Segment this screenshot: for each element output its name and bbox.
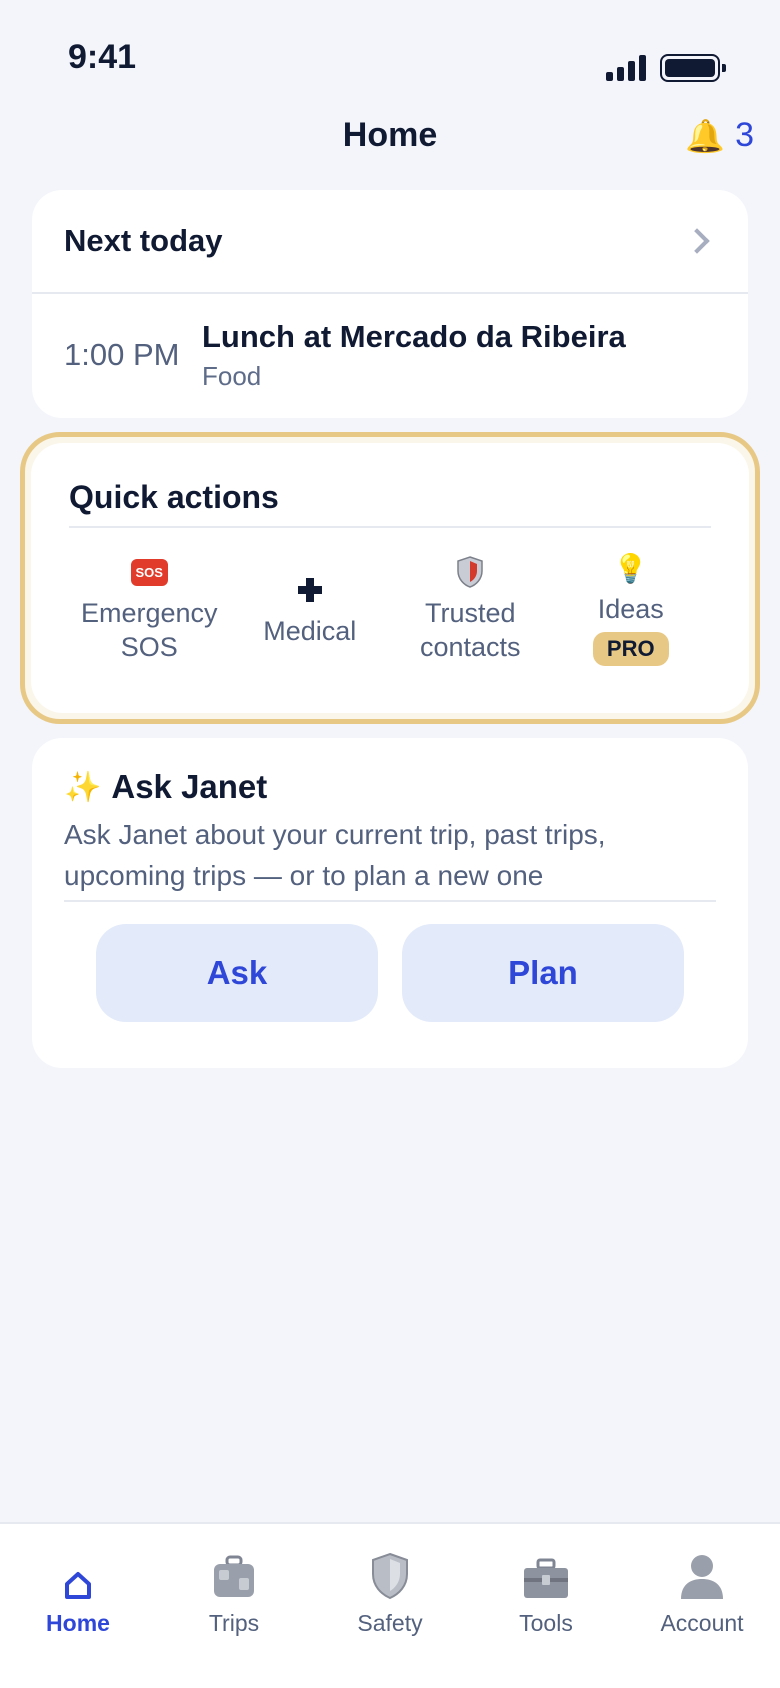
home-icon [63, 1550, 93, 1600]
action-label: Medical [263, 616, 357, 646]
action-label: Trusted contacts [420, 596, 521, 664]
tab-label: Safety [357, 1610, 423, 1636]
notification-count: 3 [735, 116, 754, 154]
ask-janet-title: Ask Janet [111, 768, 268, 805]
tab-label: Home [46, 1610, 110, 1636]
next-today-header[interactable]: Next today [32, 190, 748, 294]
sos-badge: SOS [130, 558, 168, 586]
quick-actions-highlight: Quick actions SOS Emergency SOS Medical [20, 432, 760, 724]
event-category: Food [202, 360, 262, 391]
home-screen: 9:41 Home 🔔 3 Next today 1:00 PM Lunch a… [0, 0, 780, 1688]
medical-action[interactable]: Medical [235, 554, 385, 666]
event-name: Lunch at Mercado da Ribeira [202, 318, 626, 354]
battery-icon [660, 54, 726, 82]
sos-icon: SOS [130, 554, 168, 590]
pro-badge: PRO [592, 632, 669, 666]
shield-icon [457, 554, 483, 590]
next-today-title: Next today [64, 223, 223, 258]
ask-button[interactable]: Ask [96, 924, 378, 1022]
tab-account[interactable]: Account [624, 1524, 780, 1688]
tab-label: Tools [519, 1610, 573, 1636]
event-time: 1:00 PM [64, 337, 180, 372]
quick-actions-row: SOS Emergency SOS Medical Trusted contac… [69, 528, 711, 666]
chevron-right-icon [684, 228, 710, 254]
page-title: Home [342, 116, 438, 154]
ideas-action[interactable]: 💡 Ideas PRO [556, 550, 706, 666]
trusted-contacts-action[interactable]: Trusted contacts [395, 554, 545, 666]
tab-bar: Home Trips Safety Tools Account [0, 1522, 780, 1688]
person-icon [679, 1550, 725, 1600]
tab-tools[interactable]: Tools [468, 1524, 624, 1688]
ask-janet-description: Ask Janet about your current trip, past … [64, 814, 716, 902]
medical-cross-icon [297, 572, 323, 608]
toolbox-icon [522, 1550, 570, 1600]
ask-janet-card: ✨ Ask Janet Ask Janet about your current… [32, 738, 748, 1068]
status-icons [606, 54, 726, 82]
ask-janet-buttons: Ask Plan [64, 902, 716, 1022]
shield-icon [371, 1550, 409, 1600]
signal-icon [606, 55, 646, 81]
action-label-line: contacts [419, 632, 521, 662]
luggage-icon [211, 1550, 257, 1600]
action-label: Emergency SOS [81, 596, 218, 664]
action-label-line: SOS [120, 632, 178, 662]
tab-label: Account [660, 1610, 744, 1636]
sparkles-icon: ✨ [64, 770, 102, 804]
action-label: Ideas [597, 594, 664, 624]
ask-janet-heading: ✨ Ask Janet [64, 768, 716, 806]
quick-actions-card: Quick actions SOS Emergency SOS Medical [31, 443, 749, 713]
action-label-line: Trusted [424, 598, 516, 628]
lightbulb-icon: 💡 [613, 552, 649, 584]
action-label-line: Emergency [80, 598, 218, 628]
quick-actions-title: Quick actions [69, 479, 711, 528]
tab-safety[interactable]: Safety [312, 1524, 468, 1688]
plan-button[interactable]: Plan [402, 924, 684, 1022]
tab-label: Trips [208, 1610, 260, 1636]
notifications-button[interactable]: 🔔 3 [685, 116, 754, 155]
status-time: 9:41 [68, 38, 137, 76]
event-item[interactable]: 1:00 PM Lunch at Mercado da Ribeira Food [32, 294, 748, 416]
emergency-sos-action[interactable]: SOS Emergency SOS [74, 554, 224, 666]
tab-trips[interactable]: Trips [156, 1524, 312, 1688]
event-details: Lunch at Mercado da Ribeira Food [202, 319, 626, 392]
next-today-card: Next today 1:00 PM Lunch at Mercado da R… [32, 190, 748, 418]
bell-icon: 🔔 [685, 117, 726, 154]
tab-home[interactable]: Home [0, 1524, 156, 1688]
